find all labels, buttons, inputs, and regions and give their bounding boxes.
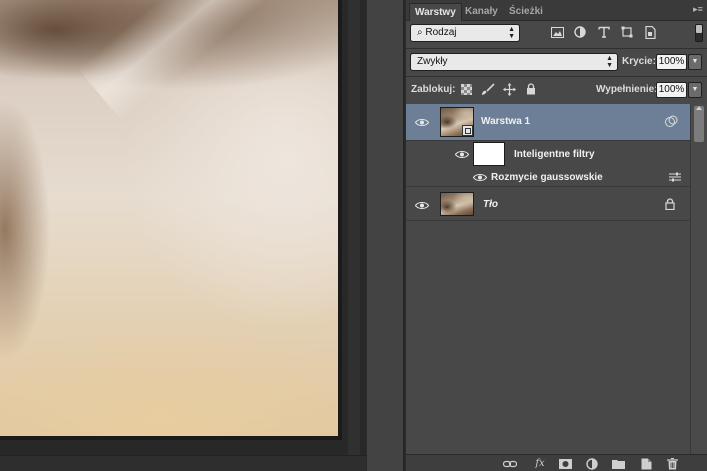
layer-name[interactable]: Tło bbox=[483, 199, 498, 210]
adjustment-layer-icon[interactable] bbox=[584, 456, 600, 471]
filter-blending-options-icon[interactable] bbox=[668, 170, 682, 184]
layer-thumbnail bbox=[440, 192, 474, 216]
image-light-streak bbox=[77, 0, 338, 122]
smart-filters-label: Inteligentne filtry bbox=[514, 149, 595, 160]
visibility-eye-icon[interactable] bbox=[414, 116, 430, 128]
opacity-label: Krycie: bbox=[622, 56, 656, 67]
layers-bottom-toolbar: fx bbox=[406, 454, 707, 471]
filter-row-gaussian-blur[interactable]: Rozmycie gaussowskie bbox=[406, 167, 690, 187]
type-filter-icon[interactable] bbox=[596, 24, 612, 40]
lock-label: Zablokuj: bbox=[411, 84, 456, 95]
delete-layer-trash-icon[interactable] bbox=[664, 456, 680, 471]
add-mask-icon[interactable] bbox=[557, 456, 573, 471]
filter-kind-label: Rodzaj bbox=[425, 27, 457, 38]
stepper-arrows-icon: ▲ ▼ bbox=[606, 55, 613, 69]
layer-name[interactable]: Warstwa 1 bbox=[481, 116, 530, 127]
canvas-vertical-scrollbar[interactable] bbox=[348, 0, 360, 471]
layers-panel: Warstwy Kanały Ścieżki ▸≡ ⌕ Rodzaj ▲ ▼ Z… bbox=[405, 0, 707, 471]
smart-object-badge-icon bbox=[462, 125, 473, 136]
image-filter-icon[interactable] bbox=[549, 24, 565, 40]
panel-menu-icon[interactable]: ▸≡ bbox=[691, 4, 705, 16]
lock-position-move-icon[interactable] bbox=[501, 81, 517, 97]
blend-mode-value: Zwykły bbox=[417, 56, 448, 67]
document-shadow-right bbox=[338, 0, 342, 440]
lock-transparency-icon[interactable] bbox=[458, 81, 474, 97]
filter-kind-select[interactable]: ⌕ Rodzaj ▲ ▼ bbox=[410, 24, 520, 42]
filter-toggle-switch[interactable] bbox=[695, 24, 703, 42]
layer-list: Warstwa 1 Inteligentne filtry Rozmycie g… bbox=[406, 104, 690, 454]
search-icon: ⌕ bbox=[417, 27, 423, 38]
blend-mode-select[interactable]: Zwykły ▲ ▼ bbox=[410, 53, 618, 71]
document-canvas-area[interactable] bbox=[0, 0, 366, 471]
blend-row: Zwykły ▲ ▼ Krycie: 100% ▼ bbox=[406, 53, 707, 71]
link-layers-icon[interactable] bbox=[502, 456, 518, 471]
layer-list-scrollbar[interactable] bbox=[690, 104, 707, 454]
smart-filters-row[interactable]: Inteligentne filtry bbox=[406, 141, 690, 167]
panel-tab-bar: Warstwy Kanały Ścieżki ▸≡ bbox=[406, 0, 707, 21]
adjustment-filter-icon[interactable] bbox=[572, 24, 588, 40]
layer-row-warstwa-1[interactable]: Warstwa 1 bbox=[406, 104, 690, 141]
layer-lock-icon bbox=[663, 197, 677, 211]
layer-row-background[interactable]: Tło bbox=[406, 187, 690, 221]
opacity-dropdown-button[interactable]: ▼ bbox=[688, 54, 702, 70]
smart-object-filter-icon[interactable] bbox=[642, 24, 658, 40]
tab-channels[interactable]: Kanały bbox=[460, 3, 503, 21]
separator bbox=[406, 48, 707, 49]
tab-layers[interactable]: Warstwy bbox=[409, 3, 462, 21]
stepper-arrows-icon: ▲ ▼ bbox=[508, 26, 515, 40]
filter-name[interactable]: Rozmycie gaussowskie bbox=[491, 172, 603, 183]
fill-label: Wypełnienie: bbox=[596, 84, 658, 95]
smart-filter-mask-thumbnail[interactable] bbox=[473, 142, 505, 166]
shape-filter-icon[interactable] bbox=[619, 24, 635, 40]
layer-style-fx-icon[interactable]: fx bbox=[532, 456, 548, 471]
opacity-input[interactable]: 100% bbox=[656, 54, 687, 70]
document-image-blurred[interactable] bbox=[0, 0, 338, 436]
scrollbar-thumb[interactable] bbox=[694, 106, 704, 142]
layer-thumbnail bbox=[440, 107, 474, 137]
visibility-eye-icon[interactable] bbox=[414, 199, 430, 211]
filter-row: ⌕ Rodzaj ▲ ▼ bbox=[406, 24, 707, 42]
document-shadow-bottom bbox=[0, 436, 342, 440]
fill-input[interactable]: 100% bbox=[656, 82, 687, 98]
visibility-eye-icon[interactable] bbox=[472, 171, 488, 183]
smart-filter-indicator-icon[interactable] bbox=[664, 114, 678, 128]
panel-dock-gutter bbox=[366, 0, 404, 471]
lock-row: Zablokuj: Wypełnienie: 100% ▼ bbox=[406, 81, 707, 99]
tab-paths[interactable]: Ścieżki bbox=[504, 3, 548, 21]
new-group-folder-icon[interactable] bbox=[610, 456, 626, 471]
fill-dropdown-button[interactable]: ▼ bbox=[688, 82, 702, 98]
scroll-up-arrow-icon[interactable] bbox=[696, 106, 702, 110]
separator bbox=[406, 76, 707, 77]
new-layer-icon[interactable] bbox=[638, 456, 654, 471]
canvas-status-bar bbox=[0, 455, 366, 471]
visibility-eye-icon[interactable] bbox=[454, 148, 470, 160]
lock-pixels-brush-icon[interactable] bbox=[480, 81, 496, 97]
lock-all-icon[interactable] bbox=[523, 81, 539, 97]
